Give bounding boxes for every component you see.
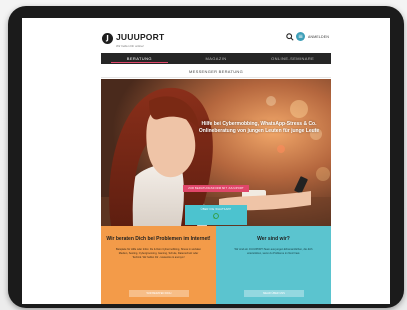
site-header: J JUUUPORT Wir helfen Dir online! ≡ ANME… — [22, 18, 390, 50]
divider — [101, 77, 331, 78]
about-panel-button[interactable]: MEHR ÜBER UNS — [244, 290, 304, 297]
tablet-screen: J JUUUPORT Wir helfen Dir online! ≡ ANME… — [22, 18, 390, 304]
tablet-frame: J JUUUPORT Wir helfen Dir online! ≡ ANME… — [8, 6, 404, 308]
whatsapp-icon — [213, 213, 219, 219]
nav-item-online-seminare[interactable]: ONLINE-SEMINARE — [254, 53, 331, 64]
beratung-button[interactable]: ZUR BERATUNGSFORM MIT JUUUPORT — [183, 185, 249, 192]
logo-tagline: Wir helfen Dir online! — [116, 44, 144, 48]
site-logo[interactable]: J JUUUPORT Wir helfen Dir online! — [102, 28, 164, 48]
subnav-messenger-beratung[interactable]: MESSENGER BERATUNG — [101, 67, 331, 77]
help-panel-button[interactable]: WIR BERATEN DICH — [129, 290, 189, 297]
help-panel-title: Wir beraten Dich bei Problemen im Intern… — [106, 236, 211, 242]
login-label: ANMELDEN — [308, 34, 330, 39]
about-panel-text: Wir sind ein JUUUPORT-Team aus jungen Eh… — [234, 248, 313, 255]
help-panel: Wir beraten Dich bei Problemen im Intern… — [101, 226, 216, 304]
help-panel-text: Beispiele für Hilfe oder Infos: Du & Dei… — [115, 248, 202, 259]
about-panel: Wer sind wir? Wir sind ein JUUUPORT-Team… — [216, 226, 331, 304]
login-button[interactable]: ≡ ANMELDEN — [296, 32, 329, 41]
whatsapp-button[interactable]: ÜBER DIE WHATSAPP — [185, 205, 247, 225]
main-nav: BERATUNG MAGAZIN ONLINE-SEMINARE — [101, 53, 331, 64]
nav-item-beratung[interactable]: BERATUNG — [101, 53, 178, 64]
about-panel-title: Wer sind wir? — [257, 236, 290, 242]
menu-icon: ≡ — [296, 32, 305, 41]
whatsapp-button-label: ÜBER DIE WHATSAPP — [200, 208, 232, 211]
hero-title: Hilfe bei Cybermobbing, WhatsApp-Stress … — [198, 121, 320, 134]
hero-banner: Hilfe bei Cybermobbing, WhatsApp-Stress … — [101, 79, 331, 226]
stage: J JUUUPORT Wir helfen Dir online! ≡ ANME… — [0, 0, 407, 310]
search-icon[interactable] — [286, 33, 294, 41]
hero-photo — [101, 79, 331, 226]
logo-icon: J — [102, 32, 113, 44]
logo-text: JUUUPORT Wir helfen Dir online! — [116, 28, 164, 48]
nav-item-magazin[interactable]: MAGAZIN — [178, 53, 255, 64]
logo-name: JUUUPORT — [116, 32, 165, 42]
